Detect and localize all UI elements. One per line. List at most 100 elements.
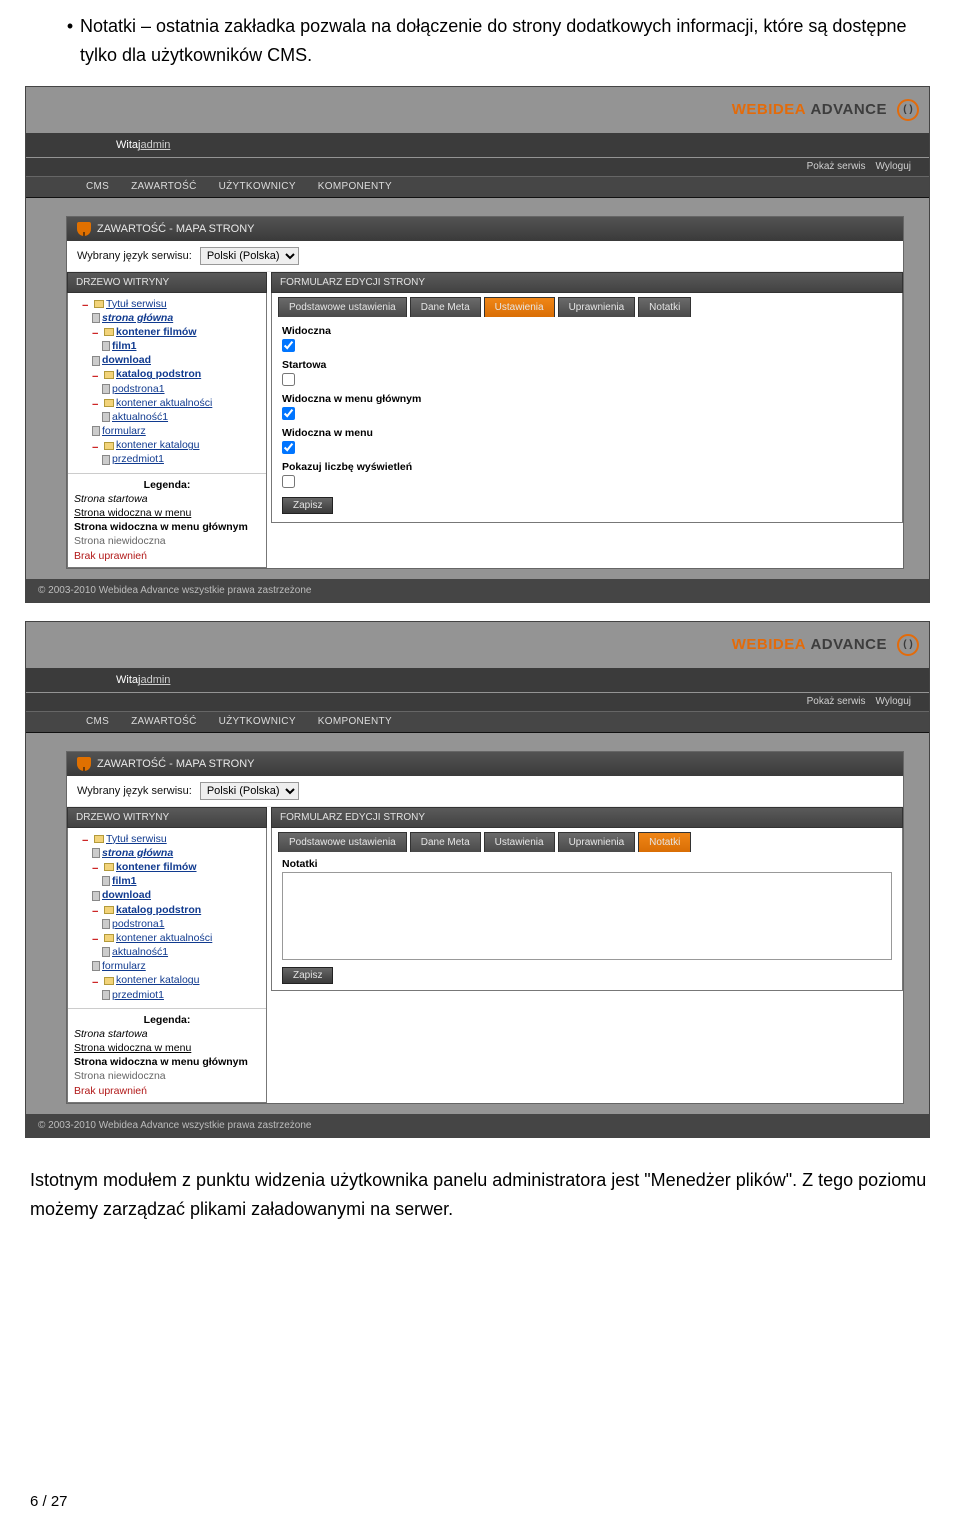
form-tabs: Podstawowe ustawienia Dane Meta Ustawien…	[272, 293, 902, 317]
tree-news1[interactable]: aktualność1	[112, 946, 168, 958]
brand-adv: ADVANCE	[810, 101, 887, 118]
legend-start: Strona startowa	[74, 1027, 260, 1041]
logout-link[interactable]: Wyloguj	[876, 696, 911, 707]
tree-movies[interactable]: kontener filmów	[116, 861, 197, 873]
lang-label: Wybrany język serwisu:	[77, 250, 192, 262]
tree-catalog[interactable]: kontener katalogu	[116, 439, 199, 451]
tree-news1[interactable]: aktualność1	[112, 411, 168, 423]
tab-perms[interactable]: Uprawnienia	[558, 297, 636, 317]
lang-label: Wybrany język serwisu:	[77, 785, 192, 797]
tree-subpages[interactable]: katalog podstron	[116, 904, 201, 916]
lang-row: Wybrany język serwisu: Polski (Polska)	[67, 241, 903, 272]
tree-item1[interactable]: przedmiot1	[112, 453, 164, 465]
tab-meta[interactable]: Dane Meta	[410, 297, 481, 317]
collapse-icon[interactable]: −	[92, 862, 102, 872]
tree-film1[interactable]: film1	[112, 875, 137, 887]
tree-sub1[interactable]: podstrona1	[112, 918, 165, 930]
tree-subpages[interactable]: katalog podstron	[116, 368, 201, 380]
collapse-icon[interactable]: −	[92, 933, 102, 943]
collapse-icon[interactable]: −	[92, 976, 102, 986]
main-panel-title: ZAWARTOŚĆ - MAPA STRONY	[97, 758, 254, 770]
nav-cms[interactable]: CMS	[86, 716, 109, 727]
save-button[interactable]: Zapisz	[282, 497, 333, 514]
check-mainmenu[interactable]	[282, 407, 295, 420]
lang-select[interactable]: Polski (Polska)	[200, 782, 299, 800]
tree-download[interactable]: download	[102, 354, 151, 366]
legend-noperm: Brak uprawnień	[74, 1084, 260, 1098]
tree-form[interactable]: formularz	[102, 425, 146, 437]
tree-root[interactable]: Tytuł serwisu	[106, 833, 167, 845]
tab-basic[interactable]: Podstawowe ustawienia	[278, 297, 407, 317]
legend-title: Legenda:	[74, 1013, 260, 1027]
tab-meta[interactable]: Dane Meta	[410, 832, 481, 852]
tree-news[interactable]: kontener aktualności	[116, 397, 212, 409]
check-visible[interactable]	[282, 339, 295, 352]
legend-start: Strona startowa	[74, 492, 260, 506]
page-icon	[92, 961, 100, 971]
tree-news[interactable]: kontener aktualności	[116, 932, 212, 944]
page-number: 6 / 27	[0, 1233, 960, 1520]
legend-title: Legenda:	[74, 478, 260, 492]
tab-settings[interactable]: Ustawienia	[484, 297, 555, 317]
tab-settings[interactable]: Ustawienia	[484, 832, 555, 852]
logout-link[interactable]: Wyloguj	[876, 161, 911, 172]
main-nav: CMS ZAWARTOŚĆ UŻYTKOWNICY KOMPONENTY	[26, 176, 929, 198]
tab-perms[interactable]: Uprawnienia	[558, 832, 636, 852]
collapse-icon[interactable]: −	[92, 441, 102, 451]
folder-icon	[104, 442, 114, 450]
tree-item1[interactable]: przedmiot1	[112, 989, 164, 1001]
tree-home[interactable]: strona główna	[102, 847, 173, 859]
nav-content[interactable]: ZAWARTOŚĆ	[131, 716, 196, 727]
collapse-icon[interactable]: −	[92, 905, 102, 915]
nav-users[interactable]: UŻYTKOWNICY	[219, 181, 296, 192]
tree-root[interactable]: Tytuł serwisu	[106, 298, 167, 310]
check-start[interactable]	[282, 373, 295, 386]
collapse-icon[interactable]: −	[92, 370, 102, 380]
nav-components[interactable]: KOMPONENTY	[318, 716, 392, 727]
legend: Legenda: Strona startowa Strona widoczna…	[68, 1008, 266, 1102]
notes-textarea[interactable]	[282, 872, 892, 960]
collapse-icon[interactable]: −	[82, 299, 92, 309]
nav-components[interactable]: KOMPONENTY	[318, 181, 392, 192]
notes-form: Notatki Zapisz	[272, 852, 902, 990]
nav-content[interactable]: ZAWARTOŚĆ	[131, 181, 196, 192]
show-site-link[interactable]: Pokaż serwis	[807, 696, 866, 707]
lang-select[interactable]: Polski (Polska)	[200, 247, 299, 265]
account-bar: Pokaż serwis Wyloguj	[26, 693, 929, 711]
welcome-label: Witaj	[116, 674, 140, 686]
legend-hidden: Strona niewidoczna	[74, 1069, 260, 1083]
collapse-icon[interactable]: −	[92, 398, 102, 408]
form-header: FORMULARZ EDYCJI STRONY	[271, 272, 903, 293]
nav-cms[interactable]: CMS	[86, 181, 109, 192]
check-views[interactable]	[282, 475, 295, 488]
tab-notes[interactable]: Notatki	[638, 832, 691, 852]
folder-icon	[94, 300, 104, 308]
collapse-icon[interactable]: −	[82, 834, 92, 844]
show-site-link[interactable]: Pokaż serwis	[807, 161, 866, 172]
tree-movies[interactable]: kontener filmów	[116, 326, 197, 338]
account-bar: Pokaż serwis Wyloguj	[26, 158, 929, 176]
tab-basic[interactable]: Podstawowe ustawienia	[278, 832, 407, 852]
welcome-user-link[interactable]: admin	[140, 139, 170, 151]
tree-home[interactable]: strona główna	[102, 312, 173, 324]
check-menu[interactable]	[282, 441, 295, 454]
welcome-user-link[interactable]: admin	[140, 674, 170, 686]
tree-film1[interactable]: film1	[112, 340, 137, 352]
bullet-text: Notatki – ostatnia zakładka pozwala na d…	[80, 12, 930, 70]
folder-icon	[104, 328, 114, 336]
tree-form[interactable]: formularz	[102, 960, 146, 972]
tab-notes[interactable]: Notatki	[638, 297, 691, 317]
welcome-label: Witaj	[116, 139, 140, 151]
tree-sub1[interactable]: podstrona1	[112, 383, 165, 395]
topbar: WEBIDEA ADVANCE ( )	[26, 622, 929, 668]
folder-icon	[104, 863, 114, 871]
collapse-icon[interactable]: −	[92, 327, 102, 337]
legend-hidden: Strona niewidoczna	[74, 534, 260, 548]
tree-catalog[interactable]: kontener katalogu	[116, 974, 199, 986]
nav-users[interactable]: UŻYTKOWNICY	[219, 716, 296, 727]
tree-download[interactable]: download	[102, 889, 151, 901]
tree-header: DRZEWO WITRYNY	[67, 807, 267, 828]
legend-menu: Strona widoczna w menu	[74, 506, 260, 520]
topbar: WEBIDEA ADVANCE ( )	[26, 87, 929, 133]
save-button[interactable]: Zapisz	[282, 967, 333, 984]
